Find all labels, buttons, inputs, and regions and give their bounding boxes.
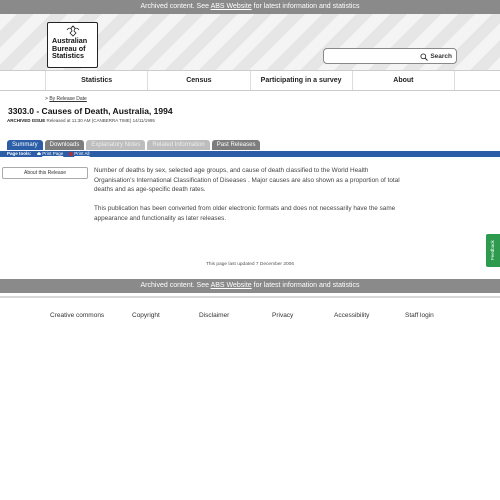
footer-link-accessibility[interactable]: Accessibility — [334, 312, 369, 319]
footer-link-creative-commons[interactable]: Creative commons — [50, 312, 104, 319]
release-tabs: Summary Downloads Explanatory Notes Rela… — [7, 140, 261, 151]
page-tools-label: Page tools: — [7, 151, 32, 156]
print-page-link[interactable]: Print Page — [42, 151, 63, 156]
tab-downloads[interactable]: Downloads — [44, 140, 85, 150]
footer-abs-website-link[interactable]: ABS Website — [211, 282, 252, 289]
nav-item-statistics[interactable]: Statistics — [45, 71, 149, 90]
tab-explanatory-notes: Explanatory Notes — [86, 140, 146, 150]
tab-summary[interactable]: Summary — [7, 140, 43, 150]
abs-logo[interactable]: Australian Bureau of Statistics — [47, 22, 98, 68]
page-title: 3303.0 - Causes of Death, Australia, 199… — [8, 106, 173, 116]
archive-banner-suffix: for latest information and statistics — [251, 3, 360, 10]
pdf-icon — [69, 152, 73, 156]
print-all-tool[interactable]: Print All — [69, 151, 90, 157]
archive-banner: Archived content. See ABS Website for la… — [0, 0, 500, 14]
archive-banner-prefix: Archived content. See — [140, 3, 211, 10]
summary-paragraph-1: Number of deaths by sex, selected age gr… — [94, 167, 400, 194]
feedback-tab[interactable]: Feedback — [486, 234, 500, 267]
footer-link-copyright[interactable]: Copyright — [132, 312, 160, 319]
printer-icon — [37, 152, 41, 155]
summary-paragraph-2: This publication has been converted from… — [94, 205, 396, 222]
footer-link-staff-login[interactable]: Staff login — [405, 312, 434, 319]
search-box: Search — [323, 48, 457, 64]
search-button-label: Search — [430, 53, 452, 60]
site-header: Australian Bureau of Statistics Search — [0, 14, 500, 70]
release-summary: Number of deaths by sex, selected age gr… — [94, 166, 404, 233]
breadcrumb-release-date-link[interactable]: By Release Date — [49, 96, 87, 102]
search-button[interactable]: Search — [420, 51, 452, 62]
print-page-tool[interactable]: Print Page — [37, 151, 63, 157]
nav-item-participating[interactable]: Participating in a survey — [251, 71, 353, 90]
footer-link-disclaimer[interactable]: Disclaimer — [199, 312, 229, 319]
print-all-link[interactable]: Print All — [74, 151, 89, 156]
tab-related-information: Related Information — [147, 140, 210, 150]
footer-banner-prefix: Archived content. See — [140, 282, 211, 289]
footer-divider — [0, 296, 500, 298]
breadcrumb: > By Release Date — [45, 96, 87, 102]
search-input[interactable] — [328, 51, 418, 62]
about-this-release-button[interactable]: About this Release — [2, 167, 88, 179]
footer-banner-suffix: for latest information and statistics — [251, 282, 360, 289]
archived-issue-label: ARCHIVED ISSUE — [7, 118, 46, 123]
last-updated-text: This page last updated 7 December 2006 — [206, 262, 294, 267]
archived-issue-info: ARCHIVED ISSUE Released at 11:30 AM (CAN… — [7, 118, 155, 123]
nav-item-about[interactable]: About — [353, 71, 455, 90]
logo-text: Australian Bureau of Statistics — [52, 37, 96, 60]
abs-website-link[interactable]: ABS Website — [211, 3, 252, 10]
tab-past-releases[interactable]: Past Releases — [211, 140, 261, 150]
footer-link-privacy[interactable]: Privacy — [272, 312, 293, 319]
logo-line-3: Statistics — [52, 51, 84, 61]
page-tools-bar: Page tools: Print Page Print All — [0, 151, 500, 157]
release-info: Released at 11:30 AM (CANBERRA TIME) 14/… — [45, 118, 155, 123]
search-icon — [420, 52, 429, 61]
nav-item-census[interactable]: Census — [148, 71, 251, 90]
main-nav: Statistics Census Participating in a sur… — [0, 70, 500, 91]
footer-archive-banner: Archived content. See ABS Website for la… — [0, 279, 500, 293]
